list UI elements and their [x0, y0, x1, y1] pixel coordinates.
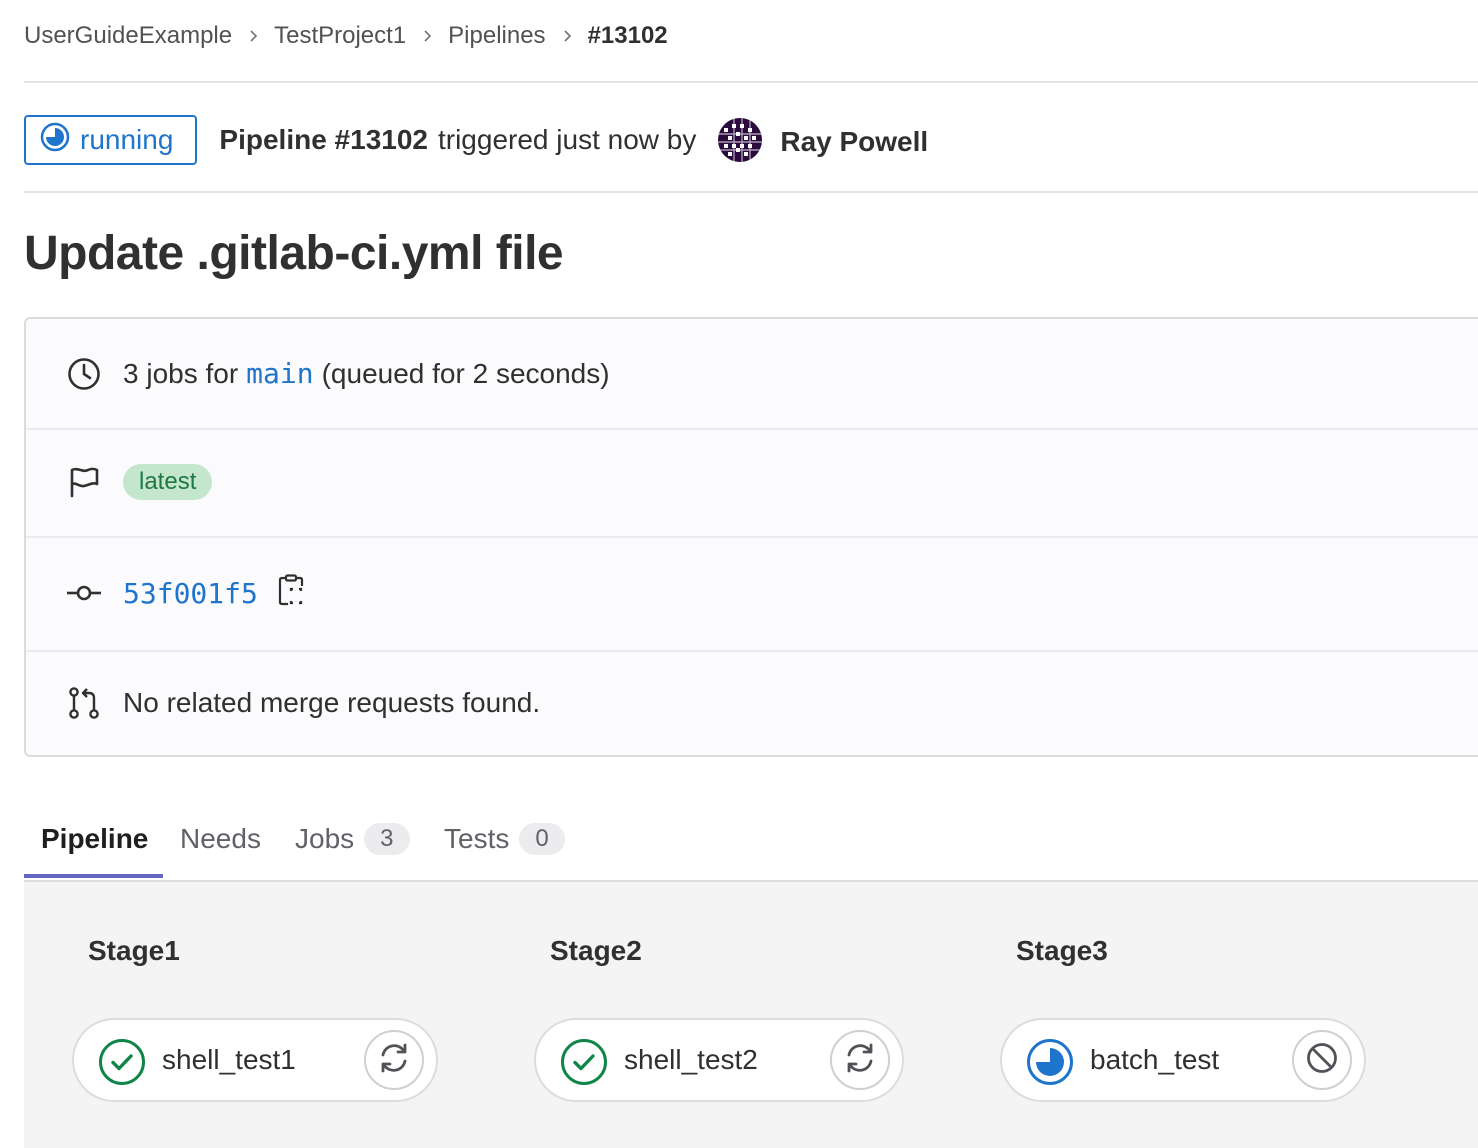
breadcrumb-item-pipelines[interactable]: Pipelines — [448, 22, 545, 50]
chevron-right-icon — [406, 29, 448, 43]
job-name: shell_test2 — [624, 1044, 758, 1075]
retry-icon — [842, 1040, 878, 1081]
status-label: running — [80, 124, 174, 155]
tab-pipeline[interactable]: Pipeline — [41, 800, 148, 877]
breadcrumb-item-project[interactable]: TestProject1 — [274, 22, 406, 50]
tab-jobs[interactable]: Jobs 3 — [295, 800, 410, 877]
pipeline-id: Pipeline #13102 — [219, 124, 428, 155]
pipeline-info-panel: 3 jobs for main (queued for 2 seconds) l… — [24, 317, 1478, 757]
info-row-tags: latest — [26, 428, 1478, 538]
merge-requests-text: No related merge requests found. — [123, 686, 541, 718]
flag-icon — [66, 466, 102, 498]
status-success-icon — [560, 1038, 608, 1091]
stage-title: Stage2 — [550, 935, 642, 966]
jobs-count-badge: 3 — [364, 822, 410, 855]
pipeline-tabs: Pipeline Needs Jobs 3 Tests 0 — [24, 800, 1478, 883]
tab-label: Tests — [444, 822, 510, 854]
breadcrumb-item-current[interactable]: #13102 — [588, 22, 668, 50]
chevron-right-icon — [546, 29, 588, 43]
stage-title: Stage3 — [1016, 935, 1108, 966]
tab-needs[interactable]: Needs — [180, 800, 261, 877]
info-row-jobs: 3 jobs for main (queued for 2 seconds) — [26, 319, 1478, 430]
divider — [24, 191, 1478, 193]
merge-request-icon — [66, 686, 102, 720]
tab-label: Needs — [180, 822, 261, 854]
clock-icon — [66, 357, 102, 391]
retry-job-button[interactable] — [364, 1030, 424, 1090]
tab-label: Pipeline — [41, 822, 149, 854]
latest-badge: latest — [123, 464, 213, 500]
chevron-right-icon — [232, 29, 274, 43]
pipeline-graph — [24, 882, 1478, 1148]
job-pill[interactable]: batch_test — [1000, 1018, 1366, 1102]
commit-sha-link[interactable]: 53f001f5 — [123, 577, 258, 610]
job-name: batch_test — [1090, 1044, 1220, 1075]
job-pill[interactable]: shell_test2 — [534, 1018, 904, 1102]
cancel-icon — [1304, 1040, 1340, 1081]
status-badge[interactable]: running — [24, 115, 198, 165]
tab-label: Jobs — [295, 822, 355, 854]
status-success-icon — [98, 1038, 146, 1091]
status-running-icon — [1026, 1038, 1074, 1091]
branch-link[interactable]: main — [246, 357, 313, 390]
copy-sha-button[interactable] — [278, 573, 304, 613]
breadcrumb: UserGuideExample TestProject1 Pipelines … — [24, 14, 668, 58]
job-name: shell_test1 — [162, 1044, 296, 1075]
stage-title: Stage1 — [88, 935, 180, 966]
info-row-commit: 53f001f5 — [26, 536, 1478, 652]
user-name-link[interactable]: Ray Powell — [780, 126, 928, 158]
active-tab-indicator — [24, 874, 163, 878]
status-running-icon — [40, 122, 80, 159]
breadcrumb-item-group[interactable]: UserGuideExample — [24, 22, 232, 50]
info-row-merge-requests: No related merge requests found. — [26, 650, 1478, 755]
pipeline-heading: Pipeline #13102 triggered just now by — [219, 124, 696, 156]
job-pill[interactable]: shell_test1 — [72, 1018, 438, 1102]
pipeline-header: running Pipeline #13102 triggered just n… — [24, 114, 928, 166]
avatar[interactable] — [718, 118, 763, 162]
page-title: Update .gitlab-ci.yml file — [24, 227, 564, 280]
queued-duration-text: (queued for 2 seconds) — [321, 357, 610, 389]
triggered-text: triggered just now by — [437, 124, 697, 155]
jobs-count-text: 3 jobs for — [123, 357, 239, 389]
retry-icon — [376, 1040, 412, 1081]
copy-to-clipboard-icon — [278, 573, 304, 613]
tests-count-badge: 0 — [519, 822, 565, 855]
divider — [24, 81, 1478, 83]
tab-tests[interactable]: Tests 0 — [444, 800, 565, 877]
cancel-job-button[interactable] — [1292, 1030, 1352, 1090]
commit-icon — [66, 583, 102, 603]
retry-job-button[interactable] — [830, 1030, 890, 1090]
